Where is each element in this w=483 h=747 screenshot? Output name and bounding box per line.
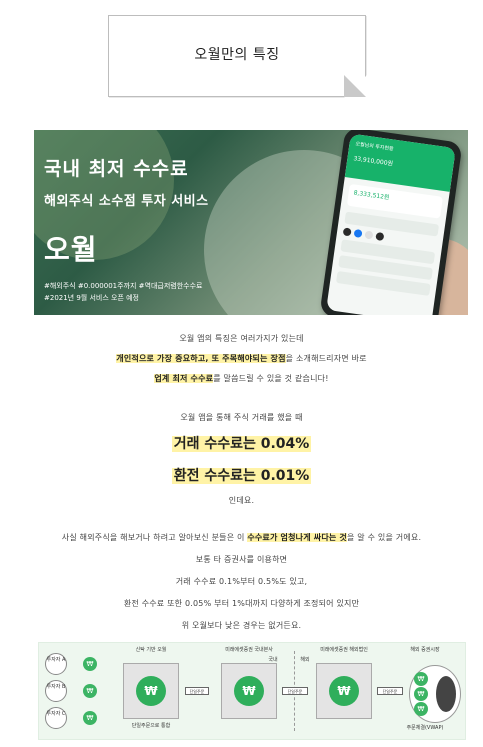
trust-box: ₩ <box>123 663 179 719</box>
market-bottom-label: 주문체결(VWAP) <box>406 725 444 731</box>
banner-tags-line1: #해외주식 #0.000001주까지 #역대급저렴한수수료 <box>44 282 203 290</box>
section-title-box: 오월만의 특징 <box>108 15 367 98</box>
banner-tags: #해외주식 #0.000001주까지 #역대급저렴한수수료 #2021년 9월 … <box>44 280 203 304</box>
won-coin-icon: ₩ <box>414 672 428 686</box>
domestic-label: 국내 <box>268 657 278 663</box>
compare-highlight: 수수료가 엄청나게 싸다는 것 <box>247 533 347 542</box>
compare-line1: 사실 해외주식을 해보거나 하려고 알아보신 분들은 이 수수료가 엄청나게 싸… <box>0 532 483 543</box>
banner-subline: 해외주식 소수점 투자 서비스 <box>44 194 209 209</box>
investor-c: 투자자 C <box>45 707 67 729</box>
market-label: 해외 증권시장 <box>410 647 440 653</box>
investor-b: 투자자 B <box>45 680 67 702</box>
won-coin-icon: ₩ <box>83 711 97 725</box>
intro-line3: 업계 최저 수수료를 말씀드릴 수 있을 것 같습니다! <box>0 373 483 384</box>
box3-label: 미래에셋증권 해외법인 <box>320 647 368 653</box>
section-title: 오월만의 특징 <box>194 47 280 63</box>
overseas-market: ₩ ₩ ₩ <box>409 665 461 723</box>
won-coin-icon: ₩ <box>414 687 428 701</box>
intro-line2: 개인적으로 가장 중요하고, 또 주목해야되는 장점을 소개해드리자면 바로 <box>0 353 483 364</box>
phone-app-header: 오월님의 투자현황 33,910,000원 <box>344 133 456 192</box>
compare-line5: 위 오월보다 낮은 경우는 없거든요. <box>181 621 302 630</box>
won-icon: ₩ <box>329 676 359 706</box>
folded-corner <box>344 75 366 97</box>
banner-headline: 국내 최저 수수료 <box>44 158 189 180</box>
arrow-single-order: 단일주문 <box>377 687 403 695</box>
overseas-branch-box: ₩ <box>316 663 372 719</box>
investor-a: 투자자 A <box>45 653 67 675</box>
company-icon <box>375 232 385 242</box>
fees-tail: 인데요. <box>228 496 255 505</box>
compare-line2: 보통 타 증권사를 이용하면 <box>195 555 288 564</box>
trade-fee: 거래 수수료는 0.04% <box>171 436 312 452</box>
phone-screen: 오월님의 투자현황 33,910,000원 8,333,512원 <box>326 133 456 315</box>
intro-paragraph: 오월 앱의 특징은 여러가지가 있는데 개인적으로 가장 중요하고, 또 주목해… <box>0 333 483 384</box>
box1-label: 신탁 기반 오월 <box>135 647 167 653</box>
apple-icon <box>342 227 352 237</box>
domestic-hq-box: ₩ <box>221 663 277 719</box>
compare-line4: 환전 수수료 또한 0.05% 부터 1%대까지 다양하게 조정되어 있지만 <box>123 599 360 608</box>
box2-label: 미래에셋증권 국내본사 <box>225 647 273 653</box>
promo-banner: 국내 최저 수수료 해외주식 소수점 투자 서비스 오월 #해외주식 #0.00… <box>34 130 468 315</box>
intro-highlight-1: 개인적으로 가장 중요하고, 또 주목해야되는 장점 <box>116 354 286 363</box>
box1-bottom-label: 단일주문으로 통합 <box>131 723 171 729</box>
banner-tags-line2: #2021년 9월 서비스 오픈 예정 <box>44 294 139 302</box>
intro-line3-rest: 를 말씀드릴 수 있을 것 같습니다! <box>213 374 329 383</box>
fees-lead: 오월 앱을 통해 주식 거래를 했을 때 <box>180 413 303 422</box>
trade-fee-row: 거래 수수료는 0.04% <box>0 433 483 453</box>
intro-highlight-2: 업계 최저 수수료 <box>154 374 214 383</box>
won-coin-icon: ₩ <box>83 657 97 671</box>
intro-line1: 오월 앱의 특징은 여러가지가 있는데 <box>179 334 304 343</box>
exchange-fee-row: 환전 수수료는 0.01% <box>0 465 483 485</box>
market-cluster <box>436 676 456 712</box>
won-icon: ₩ <box>234 676 264 706</box>
compare-line1-post: 을 알 수 있을 거에요. <box>347 533 422 542</box>
exchange-fee: 환전 수수료는 0.01% <box>171 468 312 484</box>
intro-line2-rest: 을 소개해드리자면 바로 <box>285 354 367 363</box>
compare-paragraph: 사실 해외주식을 해보거나 하려고 알아보신 분들은 이 수수료가 엄청나게 싸… <box>0 532 483 631</box>
arrow-single-order: 단일주문 <box>185 687 209 695</box>
facebook-icon <box>353 228 363 238</box>
compare-line1-pre: 사실 해외주식을 해보거나 하려고 알아보신 분들은 이 <box>61 533 248 542</box>
company-icon <box>364 230 374 240</box>
won-icon: ₩ <box>136 676 166 706</box>
arrow-single-order: 단일주문 <box>282 687 308 695</box>
banner-brand: 오월 <box>44 233 98 266</box>
phone-mockup: 오월님의 투자현황 33,910,000원 8,333,512원 <box>319 130 463 315</box>
compare-line3: 거래 수수료 0.1%부터 0.5%도 있고, <box>175 577 308 586</box>
order-flow-diagram: 투자자 A 투자자 B 투자자 C ₩ ₩ ₩ 신탁 기반 오월 ₩ 단일주문으… <box>38 642 466 740</box>
won-coin-icon: ₩ <box>83 684 97 698</box>
fees-paragraph: 오월 앱을 통해 주식 거래를 했을 때 거래 수수료는 0.04% 환전 수수… <box>0 412 483 506</box>
won-coin-icon: ₩ <box>414 702 428 716</box>
overseas-label: 해외 <box>300 657 310 663</box>
